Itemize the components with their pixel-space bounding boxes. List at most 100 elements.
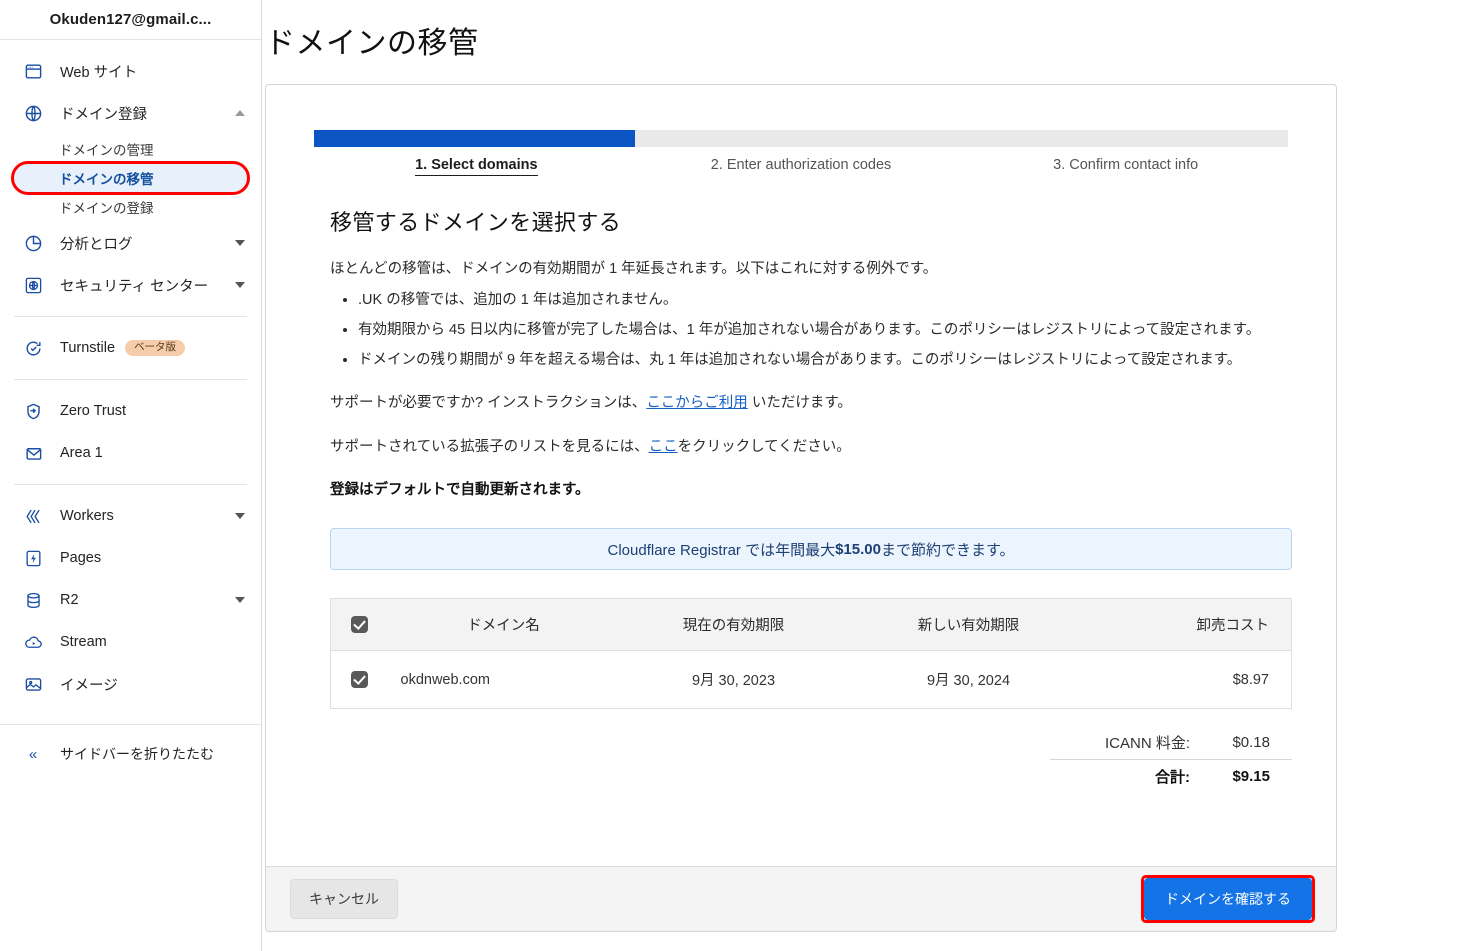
sidebar-subitem-label: ドメインの登録 — [59, 197, 154, 217]
intro-paragraph: ほとんどの移管は、ドメインの有効期間が 1 年延長されます。以下はこれに対する例… — [330, 259, 1288, 281]
cell-cost: $8.97 — [1089, 651, 1292, 709]
sidebar-item-domain-registration[interactable]: ドメイン登録 — [0, 92, 261, 134]
sidebar-item-label: Stream — [60, 634, 107, 650]
domains-table-body: okdnweb.com 9月 30, 2023 9月 30, 2024 $8.9… — [331, 651, 1292, 709]
progress-bar-track — [314, 130, 1288, 147]
collapse-sidebar-label: サイドバーを折りたたむ — [60, 744, 214, 764]
row-checkbox[interactable] — [351, 671, 368, 688]
chevron-down-icon[interactable] — [235, 597, 245, 603]
sidebar-item-label: 分析とログ — [60, 233, 133, 254]
browser-window-icon — [22, 60, 44, 82]
chevron-down-icon[interactable] — [235, 513, 245, 519]
zero-trust-shield-icon — [22, 400, 44, 422]
sidebar-divider-2 — [14, 379, 247, 380]
cell-new-expiry: 9月 30, 2024 — [849, 651, 1089, 709]
chevron-up-icon[interactable] — [235, 110, 245, 116]
chevron-down-icon[interactable] — [235, 240, 245, 246]
savings-suffix: まで節約できます。 — [881, 539, 1015, 560]
domains-table: ドメイン名 現在の有効期限 新しい有効期限 卸売コスト okdnweb.com — [330, 598, 1292, 709]
progress-bar-fill — [314, 130, 635, 147]
pages-bolt-icon — [22, 547, 44, 569]
table-row[interactable]: okdnweb.com 9月 30, 2023 9月 30, 2024 $8.9… — [331, 651, 1292, 709]
section-heading: 移管するドメインを選択する — [330, 205, 1288, 237]
collapse-sidebar-button[interactable]: « サイドバーを折りたたむ — [0, 735, 261, 773]
sidebar-subitem-manage-domains[interactable]: ドメインの管理 — [14, 135, 247, 163]
sidebar-subitem-label: ドメインの移管 — [59, 168, 154, 188]
wizard-step-label: 1. Select domains — [415, 157, 538, 176]
wizard-step-label: 2. Enter authorization codes — [711, 157, 892, 173]
card-footer: キャンセル ドメインを確認する — [266, 866, 1336, 931]
extensions-paragraph: サポートされている拡張子のリストを見るには、ここをクリックしてください。 — [330, 437, 1288, 459]
sidebar-subitem-register-domains[interactable]: ドメインの登録 — [14, 193, 247, 221]
domains-table-head: ドメイン名 現在の有効期限 新しい有効期限 卸売コスト — [331, 599, 1292, 651]
list-item: ドメインの残り期間が 9 年を超える場合は、丸 1 年は追加されない場合がありま… — [358, 350, 1288, 371]
table-header-row: ドメイン名 現在の有効期限 新しい有効期限 卸売コスト — [331, 599, 1292, 651]
sidebar-item-label: Turnstile — [60, 340, 115, 356]
select-all-checkbox[interactable] — [351, 616, 368, 633]
support-instructions-link[interactable]: ここからご利用 — [646, 395, 748, 411]
wizard-body: 1. Select domains 2. Enter authorization… — [266, 85, 1336, 793]
sidebar-item-label: Pages — [60, 550, 101, 566]
autorenew-note: 登録はデフォルトで自動更新されます。 — [330, 480, 1288, 502]
header-current-expiry: 現在の有効期限 — [619, 599, 849, 651]
sidebar-item-analytics-logs[interactable]: 分析とログ — [0, 222, 261, 264]
sidebar-subitem-label: ドメインの管理 — [59, 139, 154, 159]
account-email[interactable]: Okuden127@gmail.c... — [0, 0, 261, 40]
page-title: ドメインの移管 — [265, 18, 1457, 62]
sidebar-item-stream[interactable]: Stream — [0, 621, 261, 663]
shield-globe-icon — [22, 274, 44, 296]
select-all-cell — [331, 599, 389, 651]
header-domain: ドメイン名 — [389, 599, 619, 651]
sidebar-item-area-1[interactable]: Area 1 — [0, 432, 261, 474]
savings-amount: $15.00 — [835, 541, 881, 558]
workers-icon — [22, 505, 44, 527]
savings-prefix: Cloudflare Registrar では年間最大 — [608, 539, 836, 560]
sidebar-item-label: Workers — [60, 508, 114, 524]
sidebar-item-r2[interactable]: R2 — [0, 579, 261, 621]
chevron-down-icon[interactable] — [235, 282, 245, 288]
icann-fee-label: ICANN 料金: — [1050, 732, 1210, 753]
transfer-wizard-card: 1. Select domains 2. Enter authorization… — [265, 84, 1337, 932]
main-content: ドメインの移管 1. Select domains 2. Enter autho… — [262, 0, 1457, 951]
sidebar-item-label: Area 1 — [60, 445, 103, 461]
total-row: 合計: $9.15 — [1050, 759, 1292, 793]
savings-banner: Cloudflare Registrar では年間最大 $15.00 まで節約で… — [330, 528, 1292, 570]
extensions-prefix: サポートされている拡張子のリストを見るには、 — [330, 439, 649, 455]
confirm-domains-button[interactable]: ドメインを確認する — [1144, 878, 1312, 920]
sidebar-item-zero-trust[interactable]: Zero Trust — [0, 390, 261, 432]
beta-badge: ベータ版 — [125, 340, 185, 356]
cancel-button[interactable]: キャンセル — [290, 879, 398, 919]
wizard-step-2[interactable]: 2. Enter authorization codes — [639, 157, 964, 173]
totals-block: ICANN 料金: $0.18 合計: $9.15 — [330, 725, 1292, 793]
wizard-step-3[interactable]: 3. Confirm contact info — [963, 157, 1288, 173]
sidebar-item-label: セキュリティ センター — [60, 275, 208, 296]
header-new-expiry: 新しい有効期限 — [849, 599, 1089, 651]
support-prefix: サポートが必要ですか? インストラクションは、 — [330, 395, 646, 411]
sidebar-item-label: Zero Trust — [60, 403, 126, 419]
pie-chart-icon — [22, 232, 44, 254]
envelope-icon — [22, 442, 44, 464]
exception-list: .UK の移管では、追加の 1 年は追加されません。 有効期限から 45 日以内… — [358, 290, 1288, 371]
wizard-step-label: 3. Confirm contact info — [1053, 157, 1198, 173]
sidebar-divider-1 — [14, 316, 247, 317]
sidebar-item-label: R2 — [60, 592, 79, 608]
sidebar-item-turnstile[interactable]: Turnstile ベータ版 — [0, 327, 261, 369]
sidebar-item-workers[interactable]: Workers — [0, 495, 261, 537]
confirm-button-highlight: ドメインを確認する — [1144, 878, 1312, 920]
wizard-step-1[interactable]: 1. Select domains — [314, 157, 639, 173]
support-suffix: いただけます。 — [748, 395, 852, 411]
turnstile-icon — [22, 337, 44, 359]
support-paragraph: サポートが必要ですか? インストラクションは、ここからご利用 いただけます。 — [330, 393, 1288, 415]
sidebar-subitem-transfer-domains[interactable]: ドメインの移管 — [14, 164, 247, 192]
total-label: 合計: — [1050, 766, 1210, 787]
sidebar-item-pages[interactable]: Pages — [0, 537, 261, 579]
supported-extensions-link[interactable]: ここ — [649, 439, 678, 455]
sidebar-item-images[interactable]: イメージ — [0, 663, 261, 705]
wizard-steps: 1. Select domains 2. Enter authorization… — [314, 157, 1288, 173]
stream-cloud-play-icon — [22, 631, 44, 653]
sidebar-item-websites[interactable]: Web サイト — [0, 50, 261, 92]
sidebar-item-label: Web サイト — [60, 61, 137, 82]
sidebar-divider-3 — [14, 484, 247, 485]
list-item: 有効期限から 45 日以内に移管が完了した場合は、1 年が追加されない場合があり… — [358, 320, 1288, 341]
sidebar-item-security-center[interactable]: セキュリティ センター — [0, 264, 261, 306]
